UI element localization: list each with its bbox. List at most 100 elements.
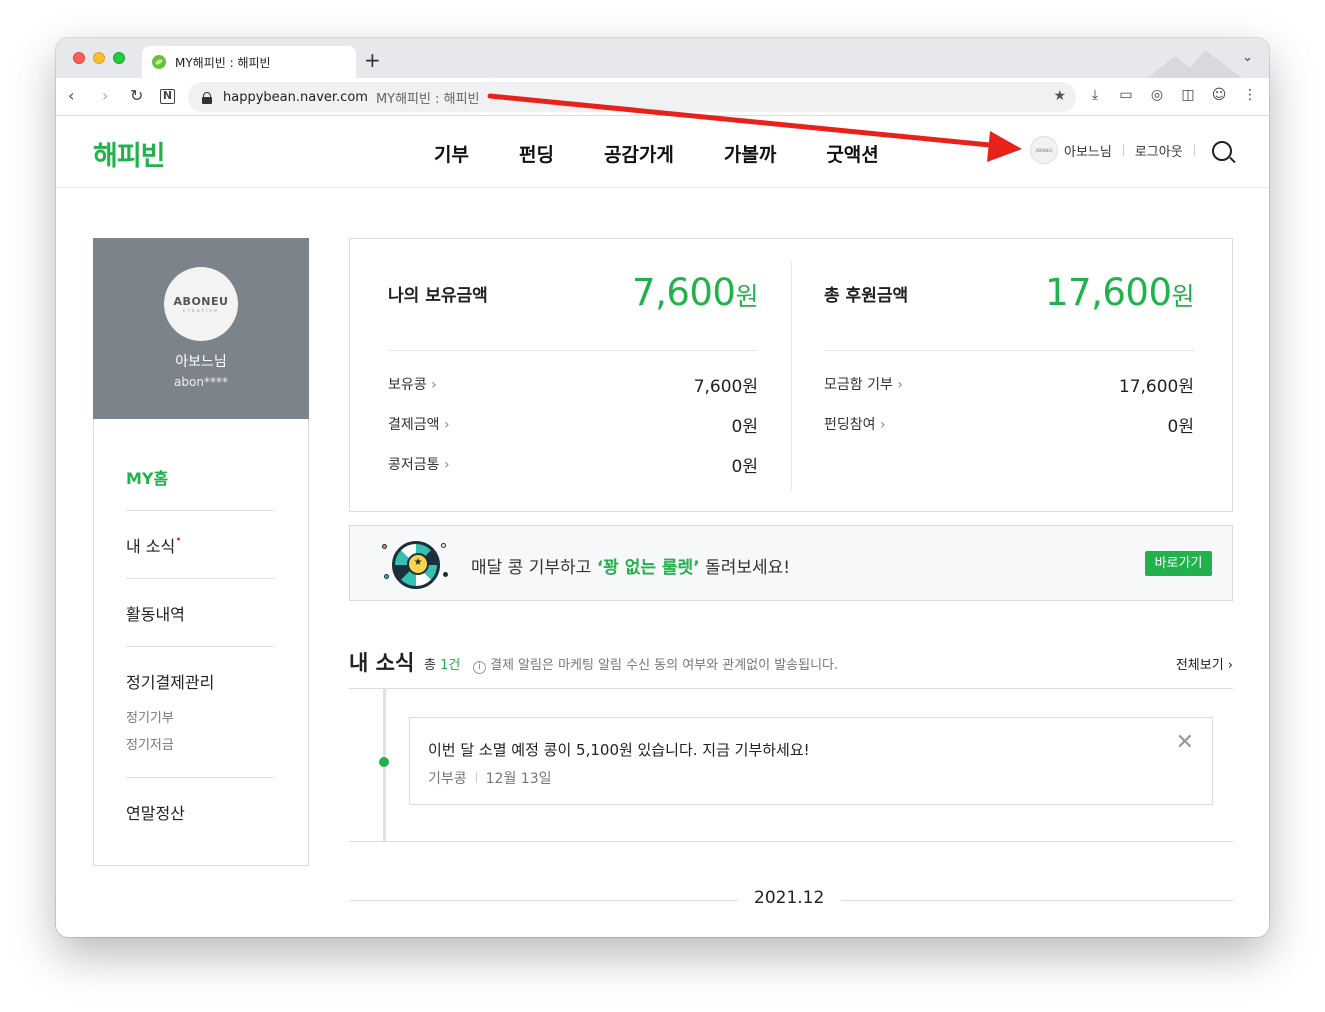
address-bar[interactable]: happybean.naver.com MY해피빈 : 해피빈 ★ <box>188 82 1076 112</box>
view-all-link[interactable]: 전체보기 › <box>1176 654 1233 673</box>
my-balance-amount: 7,600원 <box>632 271 758 314</box>
my-balance-title: 나의 보유금액 <box>388 286 488 306</box>
back-button[interactable]: ‹ <box>68 86 74 106</box>
nav-good-action[interactable]: 굿액션 <box>826 140 878 167</box>
news-title: 내 소식 <box>349 651 415 675</box>
browser-tab-active[interactable]: MY해피빈 : 해피빈 <box>142 46 356 78</box>
new-tab-button[interactable]: + <box>364 50 381 70</box>
profile-avatar[interactable]: ABONEU creative <box>164 267 238 341</box>
nav-donate[interactable]: 기부 <box>434 140 469 167</box>
banner-text-before: 매달 콩 기부하고 <box>471 558 597 578</box>
happybean-favicon-icon <box>152 55 166 69</box>
row-payment-label: 결제금액 <box>388 417 450 433</box>
row-fundraising[interactable]: 모금함 기부 17,600원 <box>824 374 1194 397</box>
total-donation-amount: 17,600원 <box>1045 271 1194 314</box>
row-funding-label: 펀딩참여 <box>824 417 886 433</box>
news-meta: 기부콩 12월 13일 <box>428 768 551 788</box>
forward-button[interactable]: › <box>102 86 108 106</box>
divider <box>349 900 738 901</box>
menu-activity[interactable]: 활동내역 <box>126 601 275 625</box>
user-name-link[interactable]: 아보느님 <box>1064 141 1112 160</box>
download-icon[interactable]: ⤓ <box>1086 87 1104 103</box>
news-notice-text: 결제 알림은 마케팅 알림 수신 동의 여부와 관계없이 발송됩니다. <box>490 658 839 673</box>
dot-icon <box>443 572 448 577</box>
roulette-wheel-icon <box>392 541 440 589</box>
minimize-window-button[interactable] <box>93 52 105 64</box>
my-balance-section: 나의 보유금액 7,600원 보유콩 7,600원 결제금액 0원 콩저금통 0원 <box>388 239 758 511</box>
my-balance-unit: 원 <box>735 282 758 311</box>
row-beans-label: 보유콩 <box>388 377 437 393</box>
naver-home-button[interactable]: N <box>160 89 175 104</box>
tab-list-chevron-icon[interactable]: ⌄ <box>1242 50 1253 65</box>
month-label: 2021.12 <box>754 888 825 908</box>
new-badge: • <box>175 533 182 546</box>
profile-icon[interactable]: ☺ <box>1210 87 1228 103</box>
dot-icon <box>384 574 389 579</box>
row-funding[interactable]: 펀딩참여 0원 <box>824 414 1194 437</box>
capture-icon[interactable]: ◎ <box>1148 87 1166 103</box>
browser-window: MY해피빈 : 해피빈 + ⌄ ‹ › ↻ N happybean.naver.… <box>56 38 1269 937</box>
bookmark-star-icon[interactable]: ★ <box>1053 88 1066 104</box>
divider <box>349 841 1233 842</box>
main-nav: 기부 펀딩 공감가게 가볼까 굿액션 <box>434 140 929 167</box>
close-icon[interactable]: ✕ <box>1176 732 1194 754</box>
menu-regular-donation[interactable]: 정기기부 <box>126 707 174 726</box>
menu-tax-settlement[interactable]: 연말정산 <box>126 800 275 824</box>
balance-summary: 나의 보유금액 7,600원 보유콩7,600원 결제금액0원 콩저금통0원 총… <box>349 238 1233 512</box>
browser-tools: ⤓ ▭ ◎ ◫ ☺ ⋮ <box>1086 87 1259 103</box>
sidebar-icon[interactable]: ◫ <box>1179 87 1197 103</box>
menu-billing[interactable]: 정기결제관리 <box>126 669 275 693</box>
news-header: 내 소식 총 1건 i 결제 알림은 마케팅 알림 수신 동의 여부와 관계없이 … <box>349 645 1233 689</box>
reload-button[interactable]: ↻ <box>130 86 143 106</box>
user-menu: ABONEU 아보느님 로그아웃 <box>1030 136 1206 164</box>
roulette-banner[interactable]: 매달 콩 기부하고 ‘꽝 없는 룰렛’ 돌려보세요! 바로가기 <box>349 525 1233 601</box>
timeline-dot <box>379 757 389 767</box>
mountain-decoration-icon <box>1145 50 1245 80</box>
menu-regular-savings[interactable]: 정기저금 <box>126 734 174 753</box>
total-donation-unit: 원 <box>1171 282 1194 311</box>
menu-my-home[interactable]: MY홈 <box>126 465 275 489</box>
divider <box>841 900 1233 901</box>
row-payment[interactable]: 결제금액 0원 <box>388 414 758 437</box>
profile-brand: ABONEU <box>173 294 229 308</box>
row-piggybank-value: 0원 <box>731 457 758 477</box>
media-icon[interactable]: ▭ <box>1117 87 1135 103</box>
row-piggybank[interactable]: 콩저금통 0원 <box>388 454 758 477</box>
divider <box>388 350 758 351</box>
maximize-window-button[interactable] <box>113 52 125 64</box>
search-icon[interactable] <box>1212 141 1232 161</box>
row-fundraising-value: 17,600원 <box>1118 377 1194 397</box>
row-piggybank-label: 콩저금통 <box>388 457 450 473</box>
user-avatar[interactable]: ABONEU <box>1030 136 1058 164</box>
banner-text-highlight: ‘꽝 없는 룰렛’ <box>596 558 700 578</box>
news-card[interactable]: 이번 달 소멸 예정 콩이 5,100원 있습니다. 지금 기부하세요! 기부콩… <box>409 717 1213 805</box>
profile-id: abon**** <box>174 375 228 389</box>
more-menu-icon[interactable]: ⋮ <box>1241 87 1259 103</box>
row-funding-value: 0원 <box>1167 417 1194 437</box>
profile-name: 아보느님 <box>175 354 227 370</box>
profile-card: ABONEU creative 아보느님 abon**** <box>93 238 309 419</box>
close-window-button[interactable] <box>73 52 85 64</box>
nav-funding[interactable]: 펀딩 <box>519 140 554 167</box>
url-page-title: MY해피빈 : 해피빈 <box>375 91 480 107</box>
menu-my-news-label: 내 소식 <box>126 537 176 556</box>
divider <box>126 510 275 511</box>
dot-icon <box>441 543 446 548</box>
lock-icon <box>202 91 212 104</box>
row-beans[interactable]: 보유콩 7,600원 <box>388 374 758 397</box>
my-balance-value: 7,600 <box>632 271 736 314</box>
divider <box>126 646 275 647</box>
divider <box>824 350 1194 351</box>
news-category: 기부콩 <box>428 771 467 787</box>
nav-explore[interactable]: 가볼까 <box>724 140 776 167</box>
total-donation-section: 총 후원금액 17,600원 모금함 기부 17,600원 펀딩참여 0원 <box>824 239 1194 511</box>
logout-link[interactable]: 로그아웃 <box>1135 141 1183 160</box>
go-button[interactable]: 바로가기 <box>1145 551 1212 576</box>
divider <box>475 772 477 783</box>
total-donation-value: 17,600 <box>1045 271 1172 314</box>
row-fundraising-label: 모금함 기부 <box>824 377 903 393</box>
menu-my-news[interactable]: 내 소식• <box>126 533 275 557</box>
divider <box>1193 144 1195 156</box>
nav-shop[interactable]: 공감가게 <box>604 140 674 167</box>
happybean-logo[interactable]: 해피빈 <box>93 134 166 173</box>
